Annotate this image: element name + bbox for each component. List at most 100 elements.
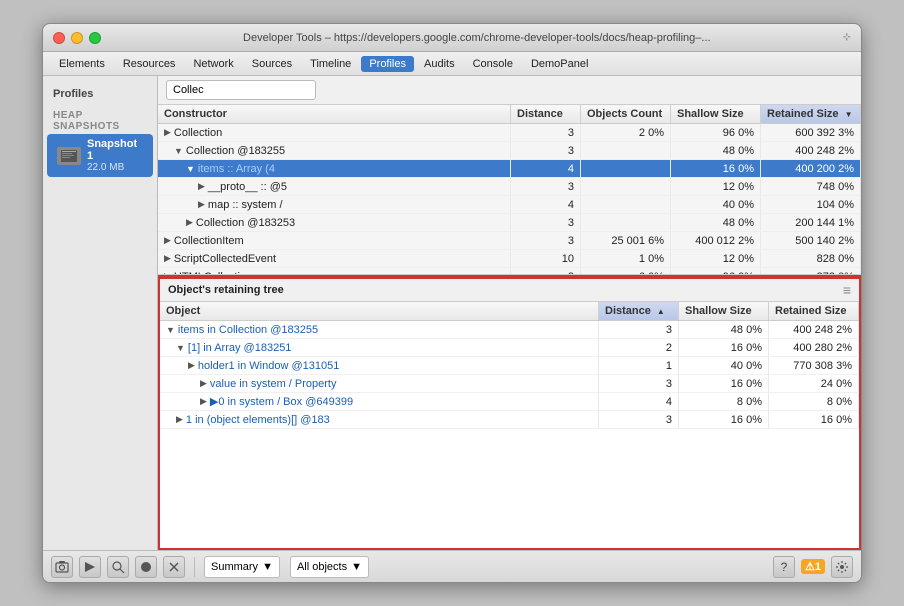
retaining-row[interactable]: ▼[1] in Array @183251 2 16 0% 400 280 2% [160, 339, 859, 357]
table-row[interactable]: ▶map :: system / 4 40 0% 104 0% [158, 196, 861, 214]
rtd-retained: 16 0% [769, 411, 859, 428]
rtd-retained: 770 308 3% [769, 357, 859, 374]
retaining-row[interactable]: ▶▶0 in system / Box @649399 4 8 0% 8 0% [160, 393, 859, 411]
rtd-object: ▼items in Collection @183255 [160, 321, 599, 338]
td-distance: 4 [511, 160, 581, 177]
search-button[interactable] [107, 556, 129, 578]
table-row[interactable]: ▶Collection 3 2 0% 96 0% 600 392 3% [158, 124, 861, 142]
retaining-tree-title: Object's retaining tree [168, 284, 284, 296]
td-distance: 3 [511, 178, 581, 195]
rtd-object: ▶▶0 in system / Box @649399 [160, 393, 599, 410]
rtd-distance: 3 [599, 375, 679, 392]
retaining-row[interactable]: ▶value in system / Property 3 16 0% 24 0… [160, 375, 859, 393]
search-input[interactable] [166, 80, 316, 100]
td-name: ▼items :: Array (4 [158, 160, 511, 177]
sidebar-item-snapshot1[interactable]: Snapshot 1 22.0 MB [47, 134, 153, 177]
snapshot-icon [57, 147, 81, 165]
retaining-tree-scrollbar-icon: ≡ [843, 282, 851, 298]
rtd-distance: 2 [599, 339, 679, 356]
td-obj-count: 1 0% [581, 250, 671, 267]
td-name: ▶CollectionItem [158, 232, 511, 249]
close-button[interactable] [53, 32, 65, 44]
rth-shallow: Shallow Size [679, 302, 769, 320]
rtd-distance: 4 [599, 393, 679, 410]
all-objects-label: All objects [297, 561, 347, 573]
td-retained: 828 0% [761, 250, 861, 267]
td-retained: 104 0% [761, 196, 861, 213]
snapshot-name: Snapshot 1 [87, 138, 143, 162]
sidebar-section-label: HEAP SNAPSHOTS [43, 104, 157, 134]
tree-arrow-icon: ▶ [198, 181, 205, 192]
rtd-shallow: 16 0% [679, 411, 769, 428]
record-alloc-button[interactable] [135, 556, 157, 578]
help-button[interactable]: ? [773, 556, 795, 578]
td-name: ▶HTMLCollection [158, 268, 511, 274]
rtd-shallow: 16 0% [679, 339, 769, 356]
sidebar-title: Profiles [43, 84, 157, 104]
td-name: ▶map :: system / [158, 196, 511, 213]
td-shallow: 16 0% [671, 160, 761, 177]
menu-profiles[interactable]: Profiles [361, 56, 414, 72]
table-row[interactable]: ▶__proto__ :: @5 3 12 0% 748 0% [158, 178, 861, 196]
th-retained-size[interactable]: Retained Size ▼ [761, 105, 861, 123]
menu-resources[interactable]: Resources [115, 56, 184, 72]
menu-network[interactable]: Network [185, 56, 241, 72]
td-obj-count [581, 142, 671, 159]
summary-dropdown[interactable]: Summary ▼ [204, 556, 280, 578]
table-row[interactable]: ▶Collection @183253 3 48 0% 200 144 1% [158, 214, 861, 232]
tree-arrow-icon: ▼ [166, 325, 175, 335]
table-row-items-array[interactable]: ▼items :: Array (4 4 16 0% 400 200 2% [158, 160, 861, 178]
retaining-tree: Object's retaining tree ≡ Object Distanc… [158, 275, 861, 550]
td-shallow: 40 0% [671, 196, 761, 213]
menu-sources[interactable]: Sources [244, 56, 300, 72]
items-array-label: items :: Array (4 [198, 163, 275, 175]
tree-arrow-icon: ▶ [164, 235, 171, 246]
menu-elements[interactable]: Elements [51, 56, 113, 72]
retaining-row[interactable]: ▶holder1 in Window @131051 1 40 0% 770 3… [160, 357, 859, 375]
upper-table-body[interactable]: ▶Collection 3 2 0% 96 0% 600 392 3% ▼Col… [158, 124, 861, 274]
td-shallow: 400 012 2% [671, 232, 761, 249]
menu-timeline[interactable]: Timeline [302, 56, 359, 72]
retaining-row[interactable]: ▼items in Collection @183255 3 48 0% 400… [160, 321, 859, 339]
record-button[interactable] [79, 556, 101, 578]
all-objects-dropdown[interactable]: All objects ▼ [290, 556, 369, 578]
td-distance: 3 [511, 232, 581, 249]
upper-table: Constructor Distance Objects Count Shall… [158, 105, 861, 275]
table-row[interactable]: ▼Collection @183255 3 48 0% 400 248 2% [158, 142, 861, 160]
clear-button[interactable] [163, 556, 185, 578]
menu-audits[interactable]: Audits [416, 56, 463, 72]
retaining-row[interactable]: ▶1 in (object elements)[] @183 3 16 0% 1… [160, 411, 859, 429]
table-row[interactable]: ▶HTMLCollection 2 6 0% 96 0% 372 0% [158, 268, 861, 274]
tree-arrow-icon: ▼ [174, 146, 183, 156]
rtd-object: ▶1 in (object elements)[] @183 [160, 411, 599, 428]
tree-arrow-icon: ▶ [164, 253, 171, 264]
separator [194, 557, 195, 577]
th-constructor: Constructor [158, 105, 511, 123]
td-retained: 200 144 1% [761, 214, 861, 231]
td-distance: 10 [511, 250, 581, 267]
rth-distance[interactable]: Distance ▲ [599, 302, 679, 320]
minimize-button[interactable] [71, 32, 83, 44]
table-row[interactable]: ▶ScriptCollectedEvent 10 1 0% 12 0% 828 … [158, 250, 861, 268]
settings-button[interactable] [831, 556, 853, 578]
warning-icon: ⚠ [805, 561, 815, 573]
td-shallow: 96 0% [671, 268, 761, 274]
expand-icon[interactable]: ⊹ [843, 32, 851, 43]
tree-arrow-icon: ▼ [186, 164, 195, 174]
rtd-distance: 1 [599, 357, 679, 374]
maximize-button[interactable] [89, 32, 101, 44]
tree-arrow-icon: ▶ [200, 378, 207, 389]
tree-arrow-icon: ▶ [200, 396, 207, 407]
menu-demopanel[interactable]: DemoPanel [523, 56, 596, 72]
table-row[interactable]: ▶CollectionItem 3 25 001 6% 400 012 2% 5… [158, 232, 861, 250]
menu-console[interactable]: Console [465, 56, 521, 72]
retaining-table-body[interactable]: ▼items in Collection @183255 3 48 0% 400… [160, 321, 859, 548]
td-obj-count: 6 0% [581, 268, 671, 274]
right-panel: Constructor Distance Objects Count Shall… [158, 76, 861, 550]
tree-arrow-icon: ▶ [198, 199, 205, 210]
snapshot-button[interactable] [51, 556, 73, 578]
summary-label: Summary [211, 561, 258, 573]
rtd-object: ▶value in system / Property [160, 375, 599, 392]
search-bar [158, 76, 861, 105]
rtd-shallow: 40 0% [679, 357, 769, 374]
